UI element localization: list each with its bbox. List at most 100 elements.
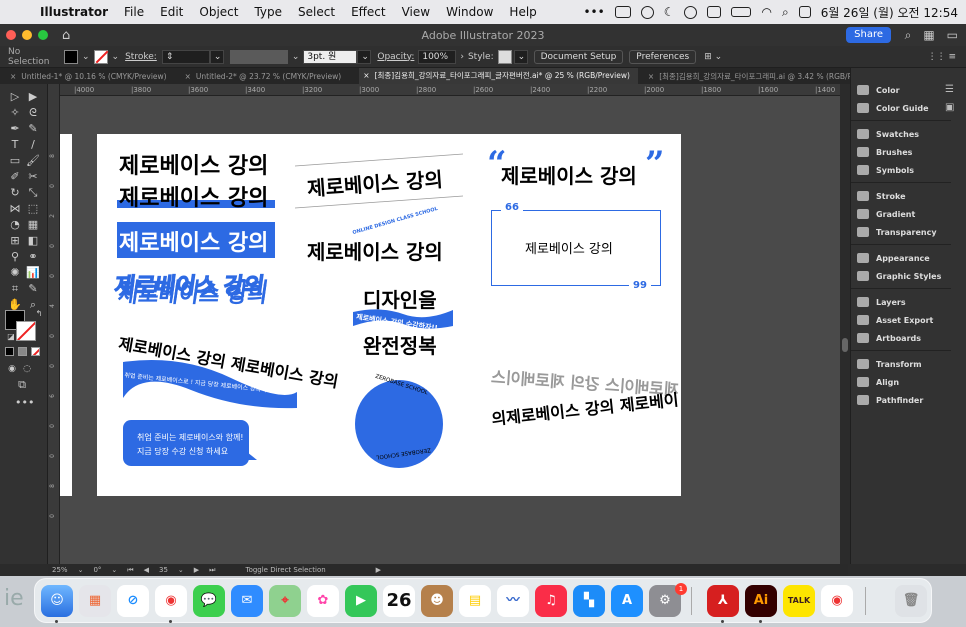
previous-artboard-icon[interactable]: ◀ (144, 566, 149, 574)
artboard-dropdown-icon[interactable]: ⌄ (178, 566, 184, 574)
music-icon[interactable]: ♫ (535, 585, 567, 617)
panel-symbols[interactable]: Symbols (857, 162, 914, 178)
paintbrush-tool-icon[interactable]: 🖌 (26, 154, 40, 168)
menu-select[interactable]: Select (298, 5, 335, 19)
opacity-arrow-icon[interactable]: › (460, 52, 464, 62)
free-transform-tool-icon[interactable]: ⬚ (26, 202, 40, 216)
safari-icon[interactable]: ⊘ (117, 585, 149, 617)
zoom-dropdown-icon[interactable]: ⌄ (78, 566, 84, 574)
illustrator-icon[interactable]: Ai (745, 585, 777, 617)
first-artboard-icon[interactable]: ⏮ (127, 566, 133, 575)
panel-graphic-styles[interactable]: Graphic Styles (857, 268, 941, 284)
battery-icon[interactable] (731, 7, 752, 17)
menu-app-illustrator[interactable]: Illustrator (40, 5, 108, 19)
tab-untitled-1[interactable]: × Untitled-1* @ 10.16 % (CMYK/Preview) (10, 72, 175, 81)
freeform-icon[interactable]: 〰 (497, 585, 529, 617)
menu-object[interactable]: Object (199, 5, 238, 19)
launchpad-icon[interactable]: ▦ (79, 585, 111, 617)
chrome-app-icon[interactable]: ◉ (821, 585, 853, 617)
close-window-icon[interactable] (6, 30, 16, 40)
panel-stroke[interactable]: Stroke (857, 188, 906, 204)
panel-appearance[interactable]: Appearance (857, 250, 930, 266)
stroke-weight-field[interactable]: ⇕ (161, 49, 210, 64)
artboard-tool-icon[interactable]: ⌗ (8, 282, 22, 296)
selection-tool-icon[interactable]: ▷ (8, 90, 22, 104)
gradient-tool-icon[interactable]: ◧ (26, 234, 40, 248)
preferences-button[interactable]: Preferences (629, 49, 697, 64)
panel-brushes[interactable]: Brushes (857, 144, 912, 160)
quote-close-mark[interactable]: ” (645, 144, 665, 184)
width-tool-icon[interactable]: ⋈ (8, 202, 22, 216)
libraries-icon[interactable]: ▣ (945, 102, 954, 113)
last-artboard-icon[interactable]: ⏭ (209, 566, 215, 575)
facetime-icon[interactable]: ▶ (345, 585, 377, 617)
moon-icon[interactable]: ☾ (664, 5, 675, 19)
artboard[interactable]: 제로베이스 강의 제로베이스 강의 제로베이스 강의 제로베이스 강의 제로베이… (97, 134, 681, 496)
opacity-label[interactable]: Opacity: (377, 52, 414, 62)
more-tools-icon[interactable]: ••• (15, 396, 34, 410)
mesh-tool-icon[interactable]: ⊞ (8, 234, 22, 248)
text-in-box[interactable]: 제로베이스 강의 (525, 238, 613, 257)
workspace-icon[interactable]: ▦ (923, 28, 934, 43)
swap-colors-icon[interactable]: ↰ (32, 307, 46, 321)
text-underline-highlight[interactable]: 제로베이스 강의 (119, 180, 268, 212)
stroke-dropdown-icon[interactable]: ⌄ (112, 52, 120, 62)
column-graph-tool-icon[interactable]: 📊 (26, 266, 40, 280)
menu-help[interactable]: Help (509, 5, 536, 19)
screen-mode-icon[interactable]: ⧉ (15, 378, 29, 392)
control-bar-options-icon[interactable]: ⋮⋮ ≡ (928, 52, 956, 62)
rotate-tool-icon[interactable]: ↻ (8, 186, 22, 200)
text-3d-effect[interactable]: 제로베이스 강의 (112, 268, 267, 300)
notes-icon[interactable]: ▤ (459, 585, 491, 617)
next-artboard-icon[interactable]: ▶ (194, 566, 199, 574)
panel-swatches[interactable]: Swatches (857, 126, 919, 142)
stroke-label[interactable]: Stroke: (125, 52, 157, 62)
close-tab-icon[interactable]: × (185, 72, 191, 81)
blend-tool-icon[interactable]: ⚭ (26, 250, 40, 264)
symbol-sprayer-tool-icon[interactable]: ✺ (8, 266, 22, 280)
keynote-icon[interactable]: ▚ (573, 585, 605, 617)
chrome-icon[interactable]: ◉ (155, 585, 187, 617)
default-colors-icon[interactable]: ◪ (4, 330, 18, 344)
panel-toggle-icon[interactable]: ▭ (947, 28, 958, 43)
box-quote-close[interactable]: 99 (629, 280, 651, 291)
graphic-style-swatch[interactable] (497, 49, 512, 64)
properties-icon[interactable]: ☰ (945, 84, 954, 95)
more-icon[interactable]: ••• (583, 5, 604, 19)
canvas-area[interactable]: 제로베이스 강의 제로베이스 강의 제로베이스 강의 제로베이스 강의 제로베이… (60, 96, 840, 564)
opacity-field[interactable]: 100% (418, 49, 457, 64)
profile-dropdown-icon[interactable]: ⌄ (292, 52, 300, 62)
draw-normal-icon[interactable]: ◉ (5, 362, 19, 376)
pen-tool-icon[interactable]: ✒ (8, 122, 22, 136)
none-mode-icon[interactable] (31, 347, 40, 356)
box-quote-open[interactable]: 66 (501, 202, 523, 213)
spotlight-search-icon[interactable]: ⌕ (782, 5, 789, 20)
maximize-window-icon[interactable] (38, 30, 48, 40)
type-tool-icon[interactable]: T (8, 138, 22, 152)
shaper-tool-icon[interactable]: ✐ (8, 170, 22, 184)
mail-icon[interactable]: ✉ (231, 585, 263, 617)
text-on-blue-box[interactable]: 제로베이스 강의 (119, 225, 268, 257)
panel-asset-export[interactable]: Asset Export (857, 312, 933, 328)
creative-cloud-icon[interactable] (640, 5, 654, 19)
panel-align[interactable]: Align (857, 374, 899, 390)
artboard-number-field[interactable]: 35 (159, 566, 168, 574)
line-tool-icon[interactable]: / (26, 138, 40, 152)
scissors-tool-icon[interactable]: ✂ (26, 170, 40, 184)
menu-window[interactable]: Window (446, 5, 493, 19)
close-tab-icon[interactable]: × (648, 72, 654, 81)
display-icon[interactable] (614, 6, 631, 18)
text-design-title-2[interactable]: 완전정복 (363, 330, 437, 359)
rotation-dropdown-icon[interactable]: ⌄ (111, 566, 117, 574)
direct-selection-tool-icon[interactable]: ▶ (26, 90, 40, 104)
panel-transform[interactable]: Transform (857, 356, 922, 372)
home-icon[interactable]: ⌂ (62, 28, 70, 43)
tab-untitled-2[interactable]: × Untitled-2* @ 23.72 % (CMYK/Preview) (185, 72, 350, 81)
stroke-weight-dropdown-icon[interactable]: ⌄ (209, 49, 224, 64)
close-tab-icon[interactable]: × (10, 72, 16, 81)
curvature-tool-icon[interactable]: ✎ (26, 122, 40, 136)
messages-icon[interactable]: 💬 (193, 585, 225, 617)
lasso-tool-icon[interactable]: ᘓ (26, 106, 40, 120)
menu-edit[interactable]: Edit (160, 5, 183, 19)
speech-bubble[interactable] (123, 420, 249, 466)
